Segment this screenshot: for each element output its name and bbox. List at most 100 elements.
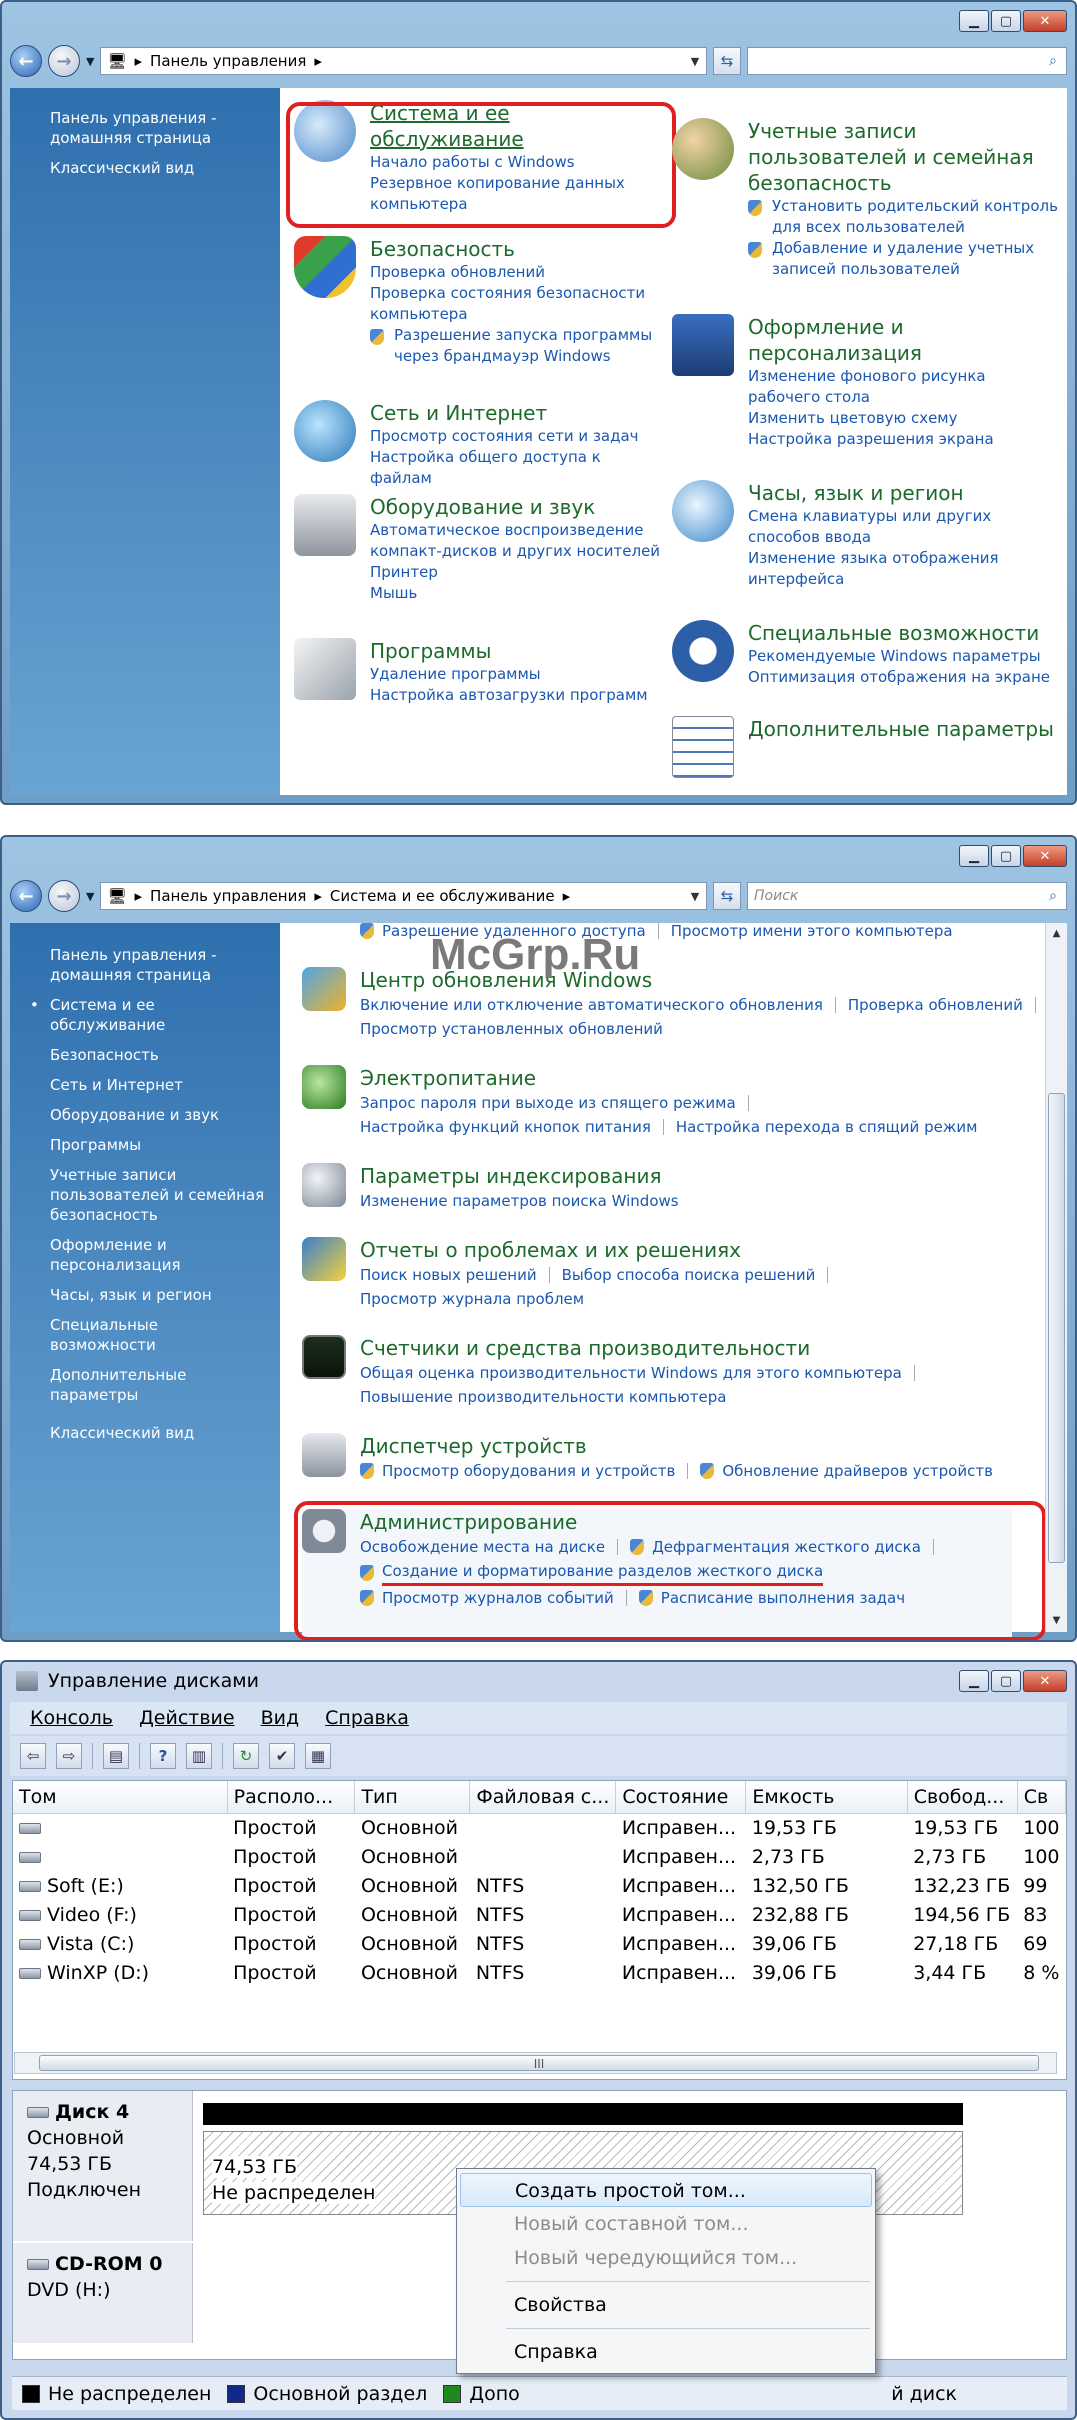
link-recommended-settings[interactable]: Рекомендуемые Windows параметры — [748, 646, 1050, 667]
forward-button[interactable]: → — [48, 880, 80, 912]
table-row[interactable]: Video (F:) Простой Основной NTFS Исправен...… — [13, 1900, 1066, 1929]
link-power-buttons[interactable]: Настройка функций кнопок питания — [360, 1115, 651, 1139]
column-header[interactable]: Том — [13, 1781, 228, 1814]
menu-item-properties[interactable]: Свойства — [460, 2288, 872, 2322]
sidebar-item-programs[interactable]: Программы — [50, 1135, 266, 1155]
recent-pages-dropdown[interactable]: ▼ — [86, 55, 94, 68]
category-title-hardware[interactable]: Оборудование и звук — [370, 494, 664, 520]
back-arrow-icon[interactable]: ⇦ — [20, 1743, 46, 1769]
close-button[interactable]: ✕ — [1023, 10, 1067, 32]
refresh-button[interactable]: ⇆ — [713, 47, 741, 75]
link-find-solutions[interactable]: Поиск новых решений — [360, 1263, 537, 1287]
cdrom-label[interactable]: CD-ROM 0 DVD (H:) — [13, 2243, 193, 2343]
table-row[interactable]: Простой Основной Исправен... 2,73 ГБ 2,73 ГБ… — [13, 1842, 1066, 1871]
column-header[interactable]: Тип — [354, 1781, 471, 1814]
link-installed-updates[interactable]: Просмотр установленных обновлений — [360, 1017, 663, 1041]
menu-item-new-striped-volume[interactable]: Новый чередующийся том... — [460, 2241, 872, 2275]
category-title-security[interactable]: Безопасность — [370, 236, 664, 262]
link-auto-update[interactable]: Включение или отключение автоматического… — [360, 993, 823, 1017]
back-button[interactable]: ← — [10, 45, 42, 77]
sidebar-item-access[interactable]: Специальные возможности — [50, 1315, 266, 1355]
search-icon[interactable]: ⌕ — [1040, 53, 1066, 69]
table-row[interactable]: WinXP (D:) Простой Основной NTFS Исправен...… — [13, 1958, 1066, 1987]
horizontal-scrollbar[interactable]: III — [14, 2052, 1057, 2074]
sidebar-item-clock[interactable]: Часы, язык и регион — [50, 1285, 266, 1305]
refresh-icon[interactable]: ↻ — [233, 1743, 259, 1769]
column-header[interactable]: Свобод... — [907, 1781, 1018, 1814]
disk-properties-icon[interactable]: ▦ — [305, 1743, 331, 1769]
sidebar-item-home[interactable]: Панель управления - домашняя страница — [50, 945, 266, 985]
forward-button[interactable]: → — [48, 45, 80, 77]
menu-console[interactable]: Консоль — [30, 1707, 113, 1729]
scrollbar-thumb[interactable] — [1048, 1093, 1065, 1563]
menu-help[interactable]: Справка — [325, 1707, 409, 1729]
sidebar-item-network[interactable]: Сеть и Интернет — [50, 1075, 266, 1095]
sidebar-item-appearance[interactable]: Оформление и персонализация — [50, 1235, 266, 1275]
maximize-button[interactable]: ▢ — [991, 845, 1021, 867]
address-bar[interactable]: 🖥 ▸ Панель управления ▸ Система и ее обс… — [100, 882, 707, 910]
link-performance-rating[interactable]: Общая оценка производительности Windows … — [360, 1361, 902, 1385]
address-dropdown-icon[interactable]: ▼ — [684, 890, 706, 903]
minimize-button[interactable]: ▁ — [959, 845, 989, 867]
search-input[interactable]: Поиск ⌕ — [747, 882, 1067, 910]
breadcrumb-separator-icon[interactable]: ▸ — [314, 887, 322, 905]
category-title-appearance[interactable]: Оформление и персонализация — [748, 314, 1062, 366]
show-tree-icon[interactable]: ▤ — [103, 1743, 129, 1769]
menu-item-new-spanned-volume[interactable]: Новый составной том... — [460, 2207, 872, 2241]
column-header[interactable]: Св — [1017, 1781, 1067, 1814]
breadcrumb-separator-icon[interactable]: ▸ — [135, 52, 143, 70]
link-view-devices[interactable]: Просмотр оборудования и устройств — [382, 1459, 675, 1483]
category-title-clock[interactable]: Часы, язык и регион — [748, 480, 1062, 506]
sidebar-item-additional[interactable]: Дополнительные параметры — [50, 1365, 266, 1405]
title-performance[interactable]: Счетчики и средства производительности — [360, 1335, 927, 1361]
menu-item-help[interactable]: Справка — [460, 2335, 872, 2369]
link-firewall-allow[interactable]: Разрешение запуска программы через бранд… — [370, 325, 664, 367]
menu-view[interactable]: Вид — [261, 1707, 300, 1729]
minimize-button[interactable]: ▁ — [959, 10, 989, 32]
search-icon[interactable]: ⌕ — [1040, 888, 1066, 904]
link-update-drivers[interactable]: Обновление драйверов устройств — [722, 1459, 993, 1483]
maximize-button[interactable]: ▢ — [991, 10, 1021, 32]
close-button[interactable]: ✕ — [1023, 1670, 1067, 1692]
scroll-up-arrow-icon[interactable]: ▲ — [1046, 923, 1067, 945]
link-problem-history[interactable]: Просмотр журнала проблем — [360, 1287, 584, 1311]
breadcrumb-separator-icon[interactable]: ▸ — [135, 887, 143, 905]
link-security-status[interactable]: Проверка состояния безопасности компьюте… — [370, 283, 664, 325]
link-file-sharing[interactable]: Настройка общего доступа к файлам — [370, 447, 664, 489]
link-startup-programs[interactable]: Настройка автозагрузки программ — [370, 685, 648, 706]
link-password-wakeup[interactable]: Запрос пароля при выходе из спящего режи… — [360, 1091, 736, 1115]
breadcrumb-system-maintenance[interactable]: Система и ее обслуживание — [330, 887, 555, 905]
category-title-programs[interactable]: Программы — [370, 638, 648, 664]
table-row[interactable]: Простой Основной Исправен... 19,53 ГБ 19,53 … — [13, 1813, 1066, 1842]
link-sleep-settings[interactable]: Настройка перехода в спящий режим — [676, 1115, 978, 1139]
link-uninstall[interactable]: Удаление программы — [370, 664, 648, 685]
link-network-status[interactable]: Просмотр состояния сети и задач — [370, 426, 664, 447]
link-printer[interactable]: Принтер — [370, 562, 664, 583]
address-dropdown-icon[interactable]: ▼ — [684, 55, 706, 68]
link-display-language[interactable]: Изменение языка отображения интерфейса — [748, 548, 1062, 590]
title-indexing[interactable]: Параметры индексирования — [360, 1163, 679, 1189]
address-bar[interactable]: 🖥 ▸ Панель управления ▸ ▼ — [100, 47, 707, 75]
table-row[interactable]: Soft (E:) Простой Основной NTFS Исправен... 1… — [13, 1871, 1066, 1900]
link-solution-method[interactable]: Выбор способа поиска решений — [562, 1263, 816, 1287]
column-header[interactable]: Файловая с... — [469, 1781, 617, 1814]
title-device-manager[interactable]: Диспетчер устройств — [360, 1433, 993, 1459]
column-header[interactable]: Состояние — [615, 1781, 747, 1814]
sidebar-item-users[interactable]: Учетные записи пользователей и семейная … — [50, 1165, 266, 1225]
sidebar-item-hardware[interactable]: Оборудование и звук — [50, 1105, 266, 1125]
properties-icon[interactable]: ▥ — [186, 1743, 212, 1769]
refresh-button[interactable]: ⇆ — [713, 882, 741, 910]
link-search-options[interactable]: Изменение параметров поиска Windows — [360, 1189, 679, 1213]
link-mouse[interactable]: Мышь — [370, 583, 664, 604]
link-parental-controls[interactable]: Установить родительский контроль для все… — [748, 196, 1062, 238]
sidebar-item-classic-view[interactable]: Классический вид — [50, 1423, 266, 1443]
help-icon[interactable]: ? — [150, 1743, 176, 1769]
link-wallpaper[interactable]: Изменение фонового рисунка рабочего стол… — [748, 366, 1062, 408]
category-title-access[interactable]: Специальные возможности — [748, 620, 1050, 646]
category-title-users[interactable]: Учетные записи пользователей и семейная … — [748, 118, 1062, 196]
link-check-updates[interactable]: Проверка обновлений — [370, 262, 664, 283]
link-computer-name[interactable]: Просмотр имени этого компьютера — [671, 919, 953, 943]
breadcrumb-separator-icon[interactable]: ▸ — [314, 52, 322, 70]
category-title-network[interactable]: Сеть и Интернет — [370, 400, 664, 426]
column-header[interactable]: Емкость — [745, 1781, 908, 1814]
